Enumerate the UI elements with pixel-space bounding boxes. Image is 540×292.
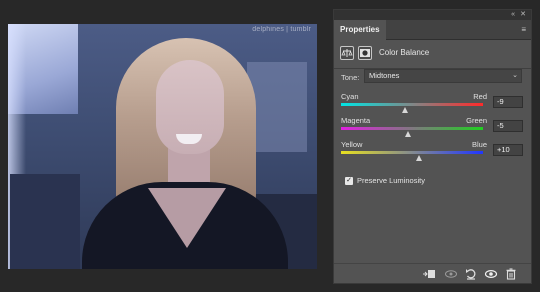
slider-right-label: Red	[473, 92, 487, 101]
slider-track[interactable]	[341, 103, 483, 106]
clip-to-layer-icon[interactable]	[422, 267, 436, 281]
chevron-down-icon: ⌄	[512, 72, 518, 79]
adjustment-title: Color Balance	[379, 48, 430, 57]
trash-icon[interactable]	[504, 267, 518, 281]
reset-icon[interactable]	[464, 267, 478, 281]
slider-track[interactable]	[341, 127, 483, 130]
panel-tab-bar: Properties ≡	[334, 20, 531, 40]
tone-label: Tone:	[341, 73, 360, 82]
view-previous-icon[interactable]	[444, 267, 458, 281]
slider-left-label: Magenta	[341, 116, 371, 125]
panel-menu-icon[interactable]: ≡	[521, 25, 526, 35]
yellow-blue-value-field[interactable]: +10	[493, 144, 523, 156]
tone-value: Midtones	[369, 71, 400, 80]
adjustment-header: Color Balance	[340, 46, 526, 62]
slider-thumb[interactable]	[404, 131, 411, 137]
properties-panel: « ✕ Properties ≡ Color Balance Tone: Mid…	[333, 9, 532, 284]
slider-thumb[interactable]	[402, 107, 409, 113]
workspace: delphines | tumblr « ✕ Properties ≡ Colo…	[0, 0, 540, 292]
preserve-luminosity-label: Preserve Luminosity	[357, 176, 425, 185]
watermark-text: delphines | tumblr	[252, 26, 311, 33]
visibility-eye-icon[interactable]	[484, 267, 498, 281]
slider-left-label: Cyan	[341, 92, 359, 101]
slider-track[interactable]	[341, 151, 483, 154]
preserve-luminosity-checkbox[interactable]: ✓	[345, 177, 353, 185]
layer-mask-icon[interactable]	[358, 46, 372, 60]
slider-thumb[interactable]	[415, 155, 422, 161]
panel-title-bar[interactable]: « ✕	[334, 10, 531, 20]
slider-left-label: Yellow	[341, 140, 363, 149]
canvas-image[interactable]: delphines | tumblr	[8, 24, 317, 269]
cyan-red-slider[interactable]: Cyan Red -9	[341, 92, 523, 118]
magenta-green-slider[interactable]: Magenta Green -5	[341, 116, 523, 142]
color-balance-icon[interactable]	[340, 46, 354, 60]
close-icon[interactable]: ✕	[520, 10, 526, 20]
photo-bg-shelf	[10, 174, 80, 269]
slider-right-label: Blue	[471, 140, 487, 149]
yellow-blue-slider[interactable]: Yellow Blue +10	[341, 140, 523, 166]
photo-bg-board	[247, 62, 307, 152]
cyan-red-value-field[interactable]: -9	[493, 96, 523, 108]
tab-properties[interactable]: Properties	[334, 20, 386, 40]
magenta-green-value-field[interactable]: -5	[493, 120, 523, 132]
collapse-icon[interactable]: «	[511, 10, 515, 20]
tone-dropdown[interactable]: Midtones ⌄	[364, 69, 522, 83]
slider-right-label: Green	[466, 116, 487, 125]
panel-bottom-toolbar	[334, 263, 531, 283]
